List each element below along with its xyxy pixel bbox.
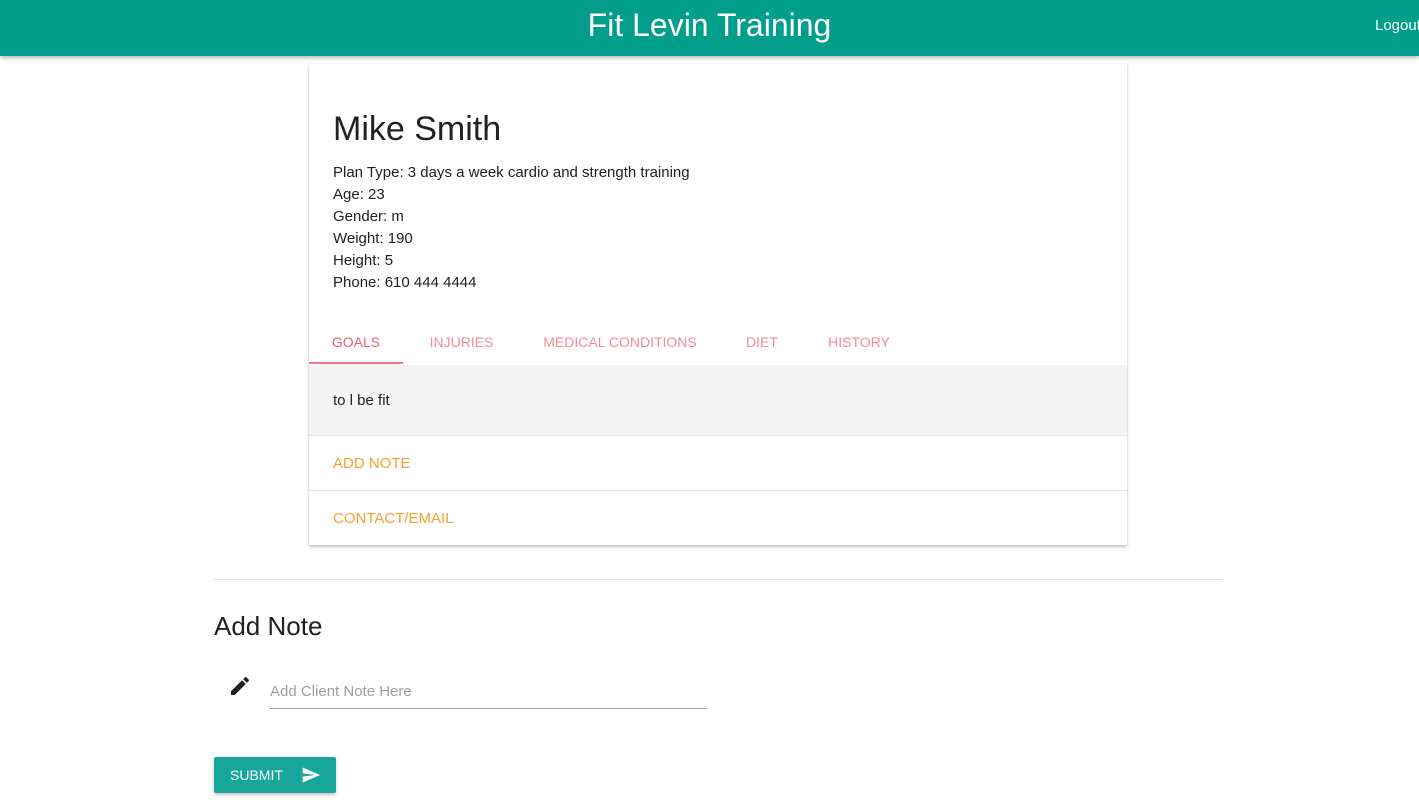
submit-label: SUBMIT: [230, 767, 283, 783]
client-note-input[interactable]: [270, 674, 707, 709]
submit-button[interactable]: SUBMIT: [214, 757, 336, 793]
client-card: Mike Smith Plan Type: 3 days a week card…: [309, 64, 1127, 545]
gender-text: Gender: m: [333, 208, 404, 225]
client-name: Mike Smith: [333, 110, 502, 148]
tab-history[interactable]: HISTORY: [804, 322, 914, 365]
add-note-title: Add Note: [214, 611, 323, 641]
app-title: Fit Levin Training: [587, 7, 832, 43]
tab-goals[interactable]: GOALS: [309, 322, 403, 365]
tab-injuries[interactable]: INJURIES: [403, 322, 520, 365]
tab-content-panel: to l be fit: [309, 365, 1127, 435]
tab-diet[interactable]: DIET: [720, 322, 804, 365]
client-tabs: GOALS INJURIES MEDICAL CONDITIONS DIET H…: [309, 322, 1127, 365]
height-text: Height: 5: [333, 252, 394, 269]
app-header: Fit Levin Training Logout: [0, 0, 1419, 56]
weight-text: Weight: 190: [333, 230, 413, 247]
goals-text: to l be fit: [333, 392, 390, 409]
pencil-icon: [228, 674, 252, 698]
send-icon: [301, 765, 321, 785]
section-divider: [214, 579, 1222, 580]
add-note-label: ADD NOTE: [333, 455, 411, 472]
contact-email-label: CONTACT/EMAIL: [333, 510, 454, 527]
client-info: Plan Type: 3 days a week cardio and stre…: [333, 162, 690, 294]
active-tab-indicator: [309, 362, 403, 364]
logout-link[interactable]: Logout: [1375, 16, 1419, 36]
plan-type-text: Plan Type: 3 days a week cardio and stre…: [333, 164, 690, 181]
contact-email-button[interactable]: CONTACT/EMAIL: [309, 490, 1127, 545]
age-text: Age: 23: [333, 186, 385, 203]
tab-medical-conditions[interactable]: MEDICAL CONDITIONS: [520, 322, 720, 365]
add-note-button[interactable]: ADD NOTE: [309, 435, 1127, 490]
phone-text: Phone: 610 444 4444: [333, 274, 477, 291]
